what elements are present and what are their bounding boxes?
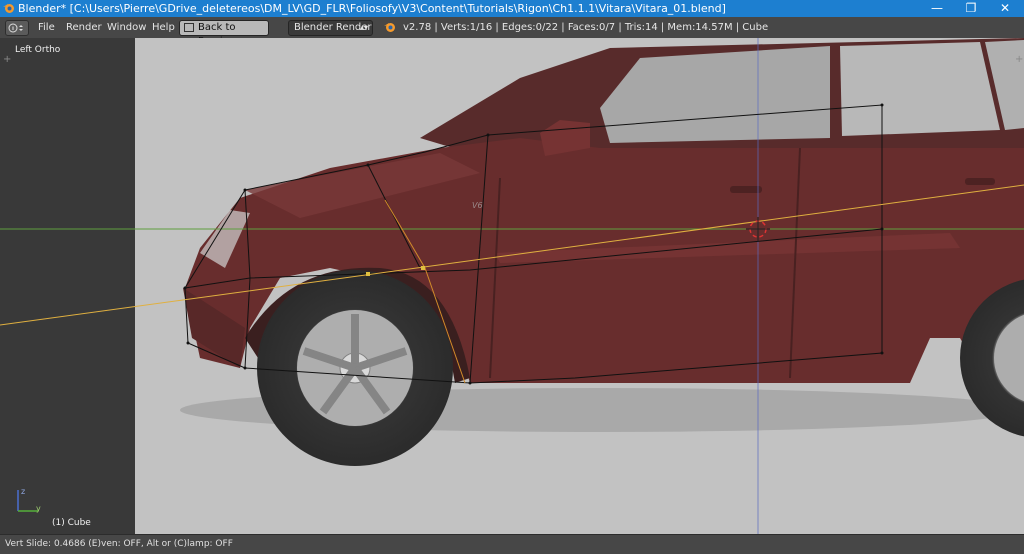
info-header: File Render Window Help Back to Previous… [0, 17, 1024, 47]
active-object-label: (1) Cube [52, 518, 91, 528]
viewport-dark-region [0, 38, 135, 534]
3d-viewport[interactable]: Left Ortho (1) Cube z y V6 + + [0, 38, 1024, 534]
menu-render[interactable]: Render [66, 21, 102, 35]
menu-window[interactable]: Window [107, 21, 146, 35]
status-bar: Vert Slide: 0.4686 (E)ven: OFF, Alt or (… [0, 534, 1024, 554]
y-axis-label: y [36, 504, 41, 513]
minimize-button[interactable]: — [920, 0, 954, 17]
menu-help[interactable]: Help [152, 21, 175, 35]
vertex-point [366, 272, 370, 276]
toolshelf-toggle-icon[interactable]: + [3, 54, 11, 65]
view-name-label: Left Ortho [15, 45, 61, 55]
editor-type-button[interactable] [5, 20, 29, 36]
blender-logo-icon [3, 4, 14, 13]
scene-stats: v2.78 | Verts:1/16 | Edges:0/22 | Faces:… [403, 22, 769, 33]
maximize-button[interactable]: ❐ [954, 0, 988, 17]
selected-vertex [421, 266, 425, 270]
back-to-previous-button[interactable]: Back to Previous [179, 20, 269, 47]
window-title: Blender* [C:\Users\Pierre\GDrive_deleter… [18, 2, 726, 15]
close-button[interactable]: ✕ [988, 0, 1022, 17]
window-titlebar: Blender* [C:\Users\Pierre\GDrive_deleter… [0, 0, 1024, 17]
dropdown-arrows-icon: ▴▾ [359, 23, 368, 32]
z-axis-label: z [21, 487, 26, 496]
blender-logo-icon [384, 23, 395, 32]
menu-file[interactable]: File [38, 21, 55, 35]
screen-icon [184, 23, 194, 32]
viewport-canvas[interactable] [0, 38, 1024, 534]
status-text: Vert Slide: 0.4686 (E)ven: OFF, Alt or (… [5, 539, 233, 549]
properties-toggle-icon[interactable]: + [1015, 54, 1023, 65]
info-icon [8, 23, 23, 33]
render-engine-select[interactable]: Blender Render ▴▾ [288, 20, 373, 36]
car-badge-text: V6 [472, 201, 483, 210]
